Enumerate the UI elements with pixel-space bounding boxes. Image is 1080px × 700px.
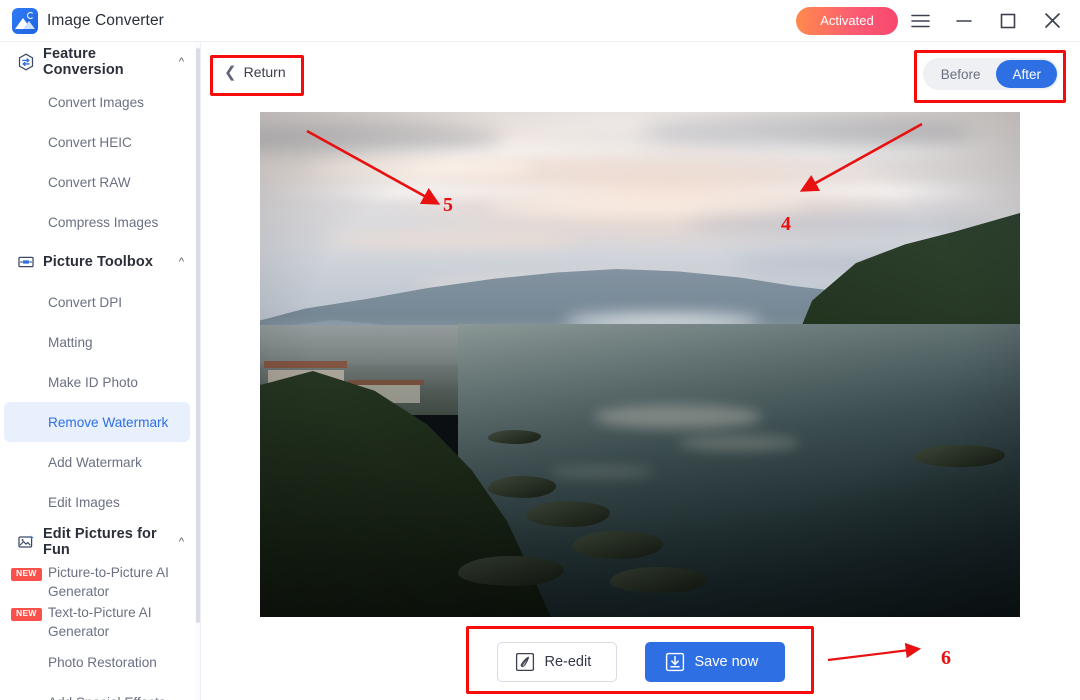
- window-controls: Activated: [796, 0, 1080, 42]
- image-mountain-icon: [12, 7, 38, 34]
- sidebar-item-label: Text-to-Picture AI Generator: [48, 605, 152, 639]
- sidebar-group-label: Feature Conversion: [43, 46, 124, 78]
- sidebar-item-label: Convert DPI: [48, 294, 123, 310]
- sidebar-item-label: Convert Images: [48, 94, 144, 110]
- maximize-icon[interactable]: [986, 0, 1030, 42]
- sidebar-item-edit-images[interactable]: Edit Images: [0, 482, 196, 522]
- preview-photo-canvas: [260, 112, 1020, 617]
- sidebar-item-label: Add Watermark: [48, 454, 142, 470]
- picture-sparkle-icon: [18, 535, 34, 548]
- new-badge: NEW: [11, 608, 42, 621]
- return-button[interactable]: ❮ Return: [218, 58, 292, 86]
- sidebar-item-label: Compress Images: [48, 214, 159, 230]
- app-title: Image Converter: [47, 11, 164, 29]
- sidebar-group-edit-pictures-for-fun[interactable]: Edit Pictures for Fun ^: [0, 522, 196, 562]
- sidebar-item-matting[interactable]: Matting: [0, 322, 196, 362]
- sidebar-item-convert-raw[interactable]: Convert RAW: [0, 162, 196, 202]
- sidebar-item-label: Photo Restoration: [48, 654, 157, 670]
- sidebar-item-label: Convert HEIC: [48, 134, 132, 150]
- sidebar-group-label: Picture Toolbox: [43, 254, 153, 270]
- toggle-option-after[interactable]: After: [996, 60, 1057, 88]
- toggle-option-before[interactable]: Before: [925, 60, 997, 88]
- minimize-icon[interactable]: [942, 0, 986, 42]
- sidebar-item-label: Remove Watermark: [48, 414, 169, 430]
- re-edit-button[interactable]: Re-edit: [496, 642, 617, 682]
- app-window: Image Converter Activated Feature Conver…: [0, 0, 1080, 700]
- sidebar-item-add-watermark[interactable]: Add Watermark: [0, 442, 196, 482]
- sidebar-item-label: Picture-to-Picture AI Generator: [48, 565, 169, 599]
- sidebar: Feature Conversion ^ Convert Images Conv…: [0, 42, 196, 700]
- chevron-left-icon: ❮: [224, 63, 237, 81]
- title-bar: Image Converter Activated: [0, 0, 1080, 42]
- sidebar-item-make-id-photo[interactable]: Make ID Photo: [0, 362, 196, 402]
- sidebar-item-label: Edit Images: [48, 494, 120, 510]
- chevron-up-icon: ^: [178, 55, 184, 68]
- sidebar-scroll-content: Feature Conversion ^ Convert Images Conv…: [0, 42, 196, 700]
- sidebar-item-remove-watermark[interactable]: Remove Watermark: [4, 402, 190, 442]
- toolbox-frame-icon: [18, 256, 34, 268]
- sidebar-item-add-special-effects[interactable]: Add Special Effects: [0, 682, 196, 700]
- pen-edit-icon: [515, 652, 534, 672]
- sidebar-group-label: Edit Pictures for Fun: [43, 526, 157, 558]
- sidebar-item-convert-heic[interactable]: Convert HEIC: [0, 122, 196, 162]
- sidebar-item-label: Add Special Effects: [48, 695, 166, 700]
- activated-badge[interactable]: Activated: [796, 6, 898, 35]
- save-now-label: Save now: [694, 654, 759, 670]
- close-icon[interactable]: [1030, 0, 1074, 42]
- save-now-button[interactable]: Save now: [644, 642, 785, 682]
- bottom-actions: Re-edit Save now: [201, 642, 1080, 682]
- sidebar-item-photo-restoration[interactable]: Photo Restoration: [0, 642, 196, 682]
- sidebar-item-label: Convert RAW: [48, 174, 131, 190]
- sidebar-item-label: Make ID Photo: [48, 374, 138, 390]
- sidebar-item-label: Matting: [48, 334, 93, 350]
- sidebar-item-convert-images[interactable]: Convert Images: [0, 82, 196, 122]
- new-badge: NEW: [11, 568, 42, 581]
- app-brand: Image Converter: [0, 7, 164, 34]
- conversion-arrows-icon: [18, 53, 34, 71]
- sidebar-group-picture-toolbox[interactable]: Picture Toolbox ^: [0, 242, 196, 282]
- download-icon: [665, 652, 684, 672]
- return-label: Return: [243, 64, 286, 80]
- hamburger-menu-icon[interactable]: [898, 0, 942, 42]
- re-edit-label: Re-edit: [544, 654, 592, 670]
- result-image-preview[interactable]: [260, 112, 1020, 617]
- before-after-toggle[interactable]: Before After: [922, 58, 1059, 90]
- sidebar-item-text-to-picture-ai-generator[interactable]: NEW Text-to-Picture AI Generator: [0, 602, 196, 642]
- main-content: ❮ Return Before After Re-edit Save now: [201, 42, 1080, 700]
- chevron-up-icon: ^: [178, 255, 184, 268]
- sidebar-item-picture-to-picture-ai-generator[interactable]: NEW Picture-to-Picture AI Generator: [0, 562, 196, 602]
- sidebar-item-convert-dpi[interactable]: Convert DPI: [0, 282, 196, 322]
- sidebar-item-compress-images[interactable]: Compress Images: [0, 202, 196, 242]
- chevron-up-icon: ^: [178, 535, 184, 548]
- sidebar-group-feature-conversion[interactable]: Feature Conversion ^: [0, 42, 196, 82]
